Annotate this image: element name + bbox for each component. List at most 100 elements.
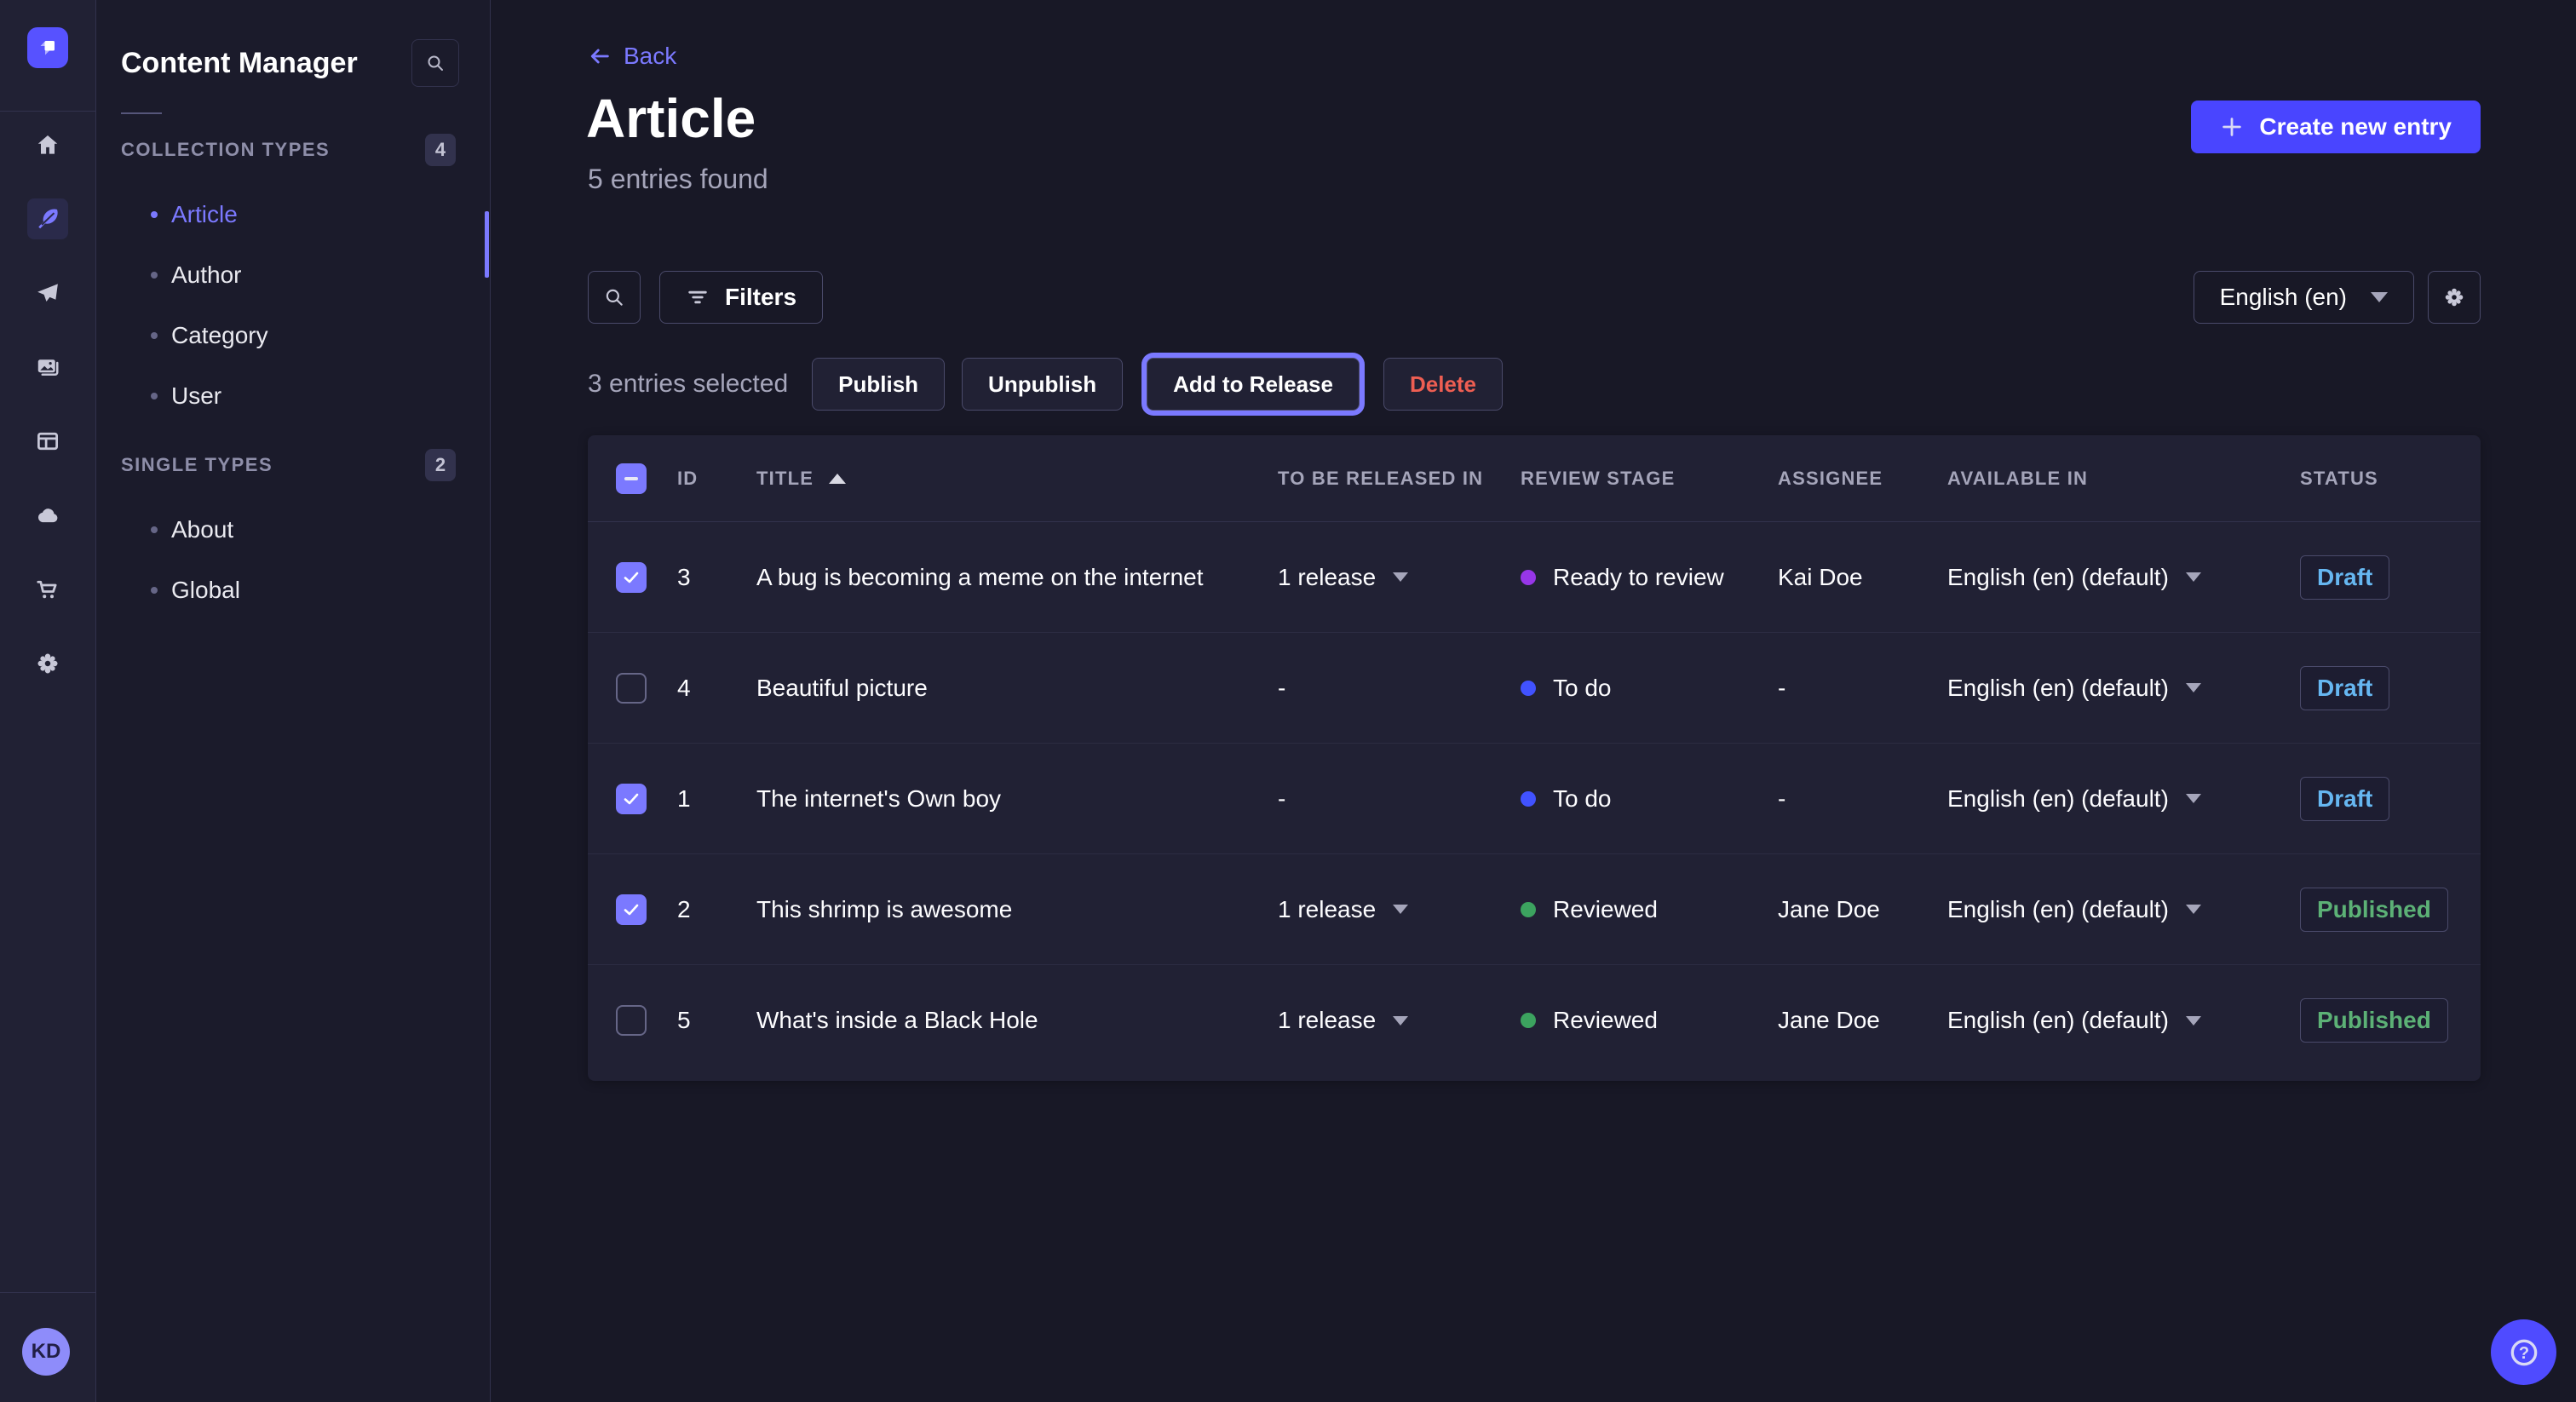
cell-assignee: Jane Doe [1778, 1007, 1947, 1034]
search-icon [603, 286, 625, 308]
bullet-icon [151, 211, 158, 218]
view-settings-button[interactable] [2428, 271, 2481, 324]
entries-count: 5 entries found [588, 164, 768, 195]
locale-caret-icon [2186, 683, 2201, 692]
column-header-id[interactable]: ID [677, 468, 756, 490]
review-stage-dot [1521, 1013, 1536, 1028]
deploy-cloud-icon[interactable] [27, 495, 68, 536]
cell-assignee: - [1778, 785, 1947, 813]
single-types-count-badge: 2 [425, 449, 456, 481]
bullet-icon [151, 272, 158, 279]
cell-assignee: - [1778, 675, 1947, 702]
sidebar-item-user[interactable]: User [96, 365, 490, 426]
row-checkbox[interactable] [616, 784, 647, 814]
strapi-logo[interactable] [27, 27, 68, 68]
review-stage-dot [1521, 570, 1536, 585]
table-row[interactable]: 3 A bug is becoming a meme on the intern… [588, 522, 2481, 633]
status-badge: Published [2300, 888, 2448, 932]
cell-to-be-released-in[interactable]: - [1278, 785, 1521, 813]
sidebar-item-article[interactable]: Article [96, 184, 490, 244]
column-header-title[interactable]: TITLE [756, 468, 1278, 490]
cell-review-stage: Reviewed [1521, 1007, 1778, 1034]
chevron-down-icon [2371, 292, 2388, 302]
row-checkbox[interactable] [616, 894, 647, 925]
cell-title: This shrimp is awesome [756, 896, 1278, 923]
collection-types-count-badge: 4 [425, 134, 456, 166]
sort-asc-icon [829, 474, 846, 484]
table-row[interactable]: 5 What's inside a Black Hole 1 release R… [588, 965, 2481, 1076]
help-button[interactable]: ? [2491, 1319, 2556, 1385]
status-badge: Draft [2300, 555, 2389, 600]
settings-gear-icon[interactable] [27, 643, 68, 684]
column-header-assignee[interactable]: ASSIGNEE [1778, 468, 1947, 490]
cell-available-in[interactable]: English (en) (default) [1947, 785, 2300, 813]
create-new-entry-button[interactable]: Create new entry [2191, 101, 2481, 153]
add-to-release-button[interactable]: Add to Release [1147, 358, 1360, 411]
publish-button[interactable]: Publish [812, 358, 945, 411]
home-icon[interactable] [27, 124, 68, 165]
section-label-collection-types: COLLECTION TYPES [121, 139, 330, 161]
cell-to-be-released-in[interactable]: 1 release [1278, 1007, 1521, 1034]
table-row[interactable]: 1 The internet's Own boy - To do - Engli… [588, 744, 2481, 854]
cell-review-stage: To do [1521, 785, 1778, 813]
review-stage-dot [1521, 791, 1536, 807]
column-header-available-in[interactable]: AVAILABLE IN [1947, 468, 2300, 490]
row-checkbox[interactable] [616, 1005, 647, 1036]
delete-button[interactable]: Delete [1383, 358, 1503, 411]
sidebar-item-category[interactable]: Category [96, 305, 490, 365]
entries-table: ID TITLE TO BE RELEASED IN REVIEW STAGE … [588, 435, 2481, 1081]
column-header-to-be-released-in[interactable]: TO BE RELEASED IN [1278, 468, 1521, 490]
filter-icon [686, 285, 710, 309]
cell-to-be-released-in[interactable]: - [1278, 675, 1521, 702]
marketplace-cart-icon[interactable] [27, 569, 68, 610]
back-link[interactable]: Back [588, 43, 676, 70]
cell-available-in[interactable]: English (en) (default) [1947, 564, 2300, 591]
row-checkbox[interactable] [616, 562, 647, 593]
page-title: Article [586, 89, 756, 148]
filters-button[interactable]: Filters [659, 271, 823, 324]
content-manager-feather-icon[interactable] [27, 198, 68, 239]
svg-text:?: ? [2518, 1344, 2528, 1363]
releases-paper-plane-icon[interactable] [27, 273, 68, 313]
collection-types-list: Article Author Category User [96, 167, 490, 426]
subnav-underline [121, 112, 162, 114]
select-all-checkbox[interactable] [616, 463, 647, 494]
question-mark-icon: ? [2507, 1336, 2541, 1370]
cell-review-stage: Ready to review [1521, 564, 1778, 591]
cell-available-in[interactable]: English (en) (default) [1947, 896, 2300, 923]
table-row[interactable]: 4 Beautiful picture - To do - English (e… [588, 633, 2481, 744]
cell-review-stage: Reviewed [1521, 896, 1778, 923]
cell-id: 5 [677, 1007, 756, 1034]
user-avatar[interactable]: KD [22, 1328, 70, 1376]
subnav-search-button[interactable] [411, 39, 459, 87]
sidebar-item-global[interactable]: Global [96, 560, 490, 620]
rail-bottom-divider [0, 1292, 95, 1293]
column-header-status[interactable]: STATUS [2300, 468, 2481, 490]
cell-status: Draft [2300, 777, 2481, 821]
content-type-builder-icon[interactable] [27, 421, 68, 462]
sidebar-item-author[interactable]: Author [96, 244, 490, 305]
cell-to-be-released-in[interactable]: 1 release [1278, 896, 1521, 923]
cell-title: A bug is becoming a meme on the internet [756, 564, 1278, 591]
unpublish-button[interactable]: Unpublish [962, 358, 1123, 411]
table-search-button[interactable] [588, 271, 641, 324]
table-header-row: ID TITLE TO BE RELEASED IN REVIEW STAGE … [588, 435, 2481, 522]
single-types-list: About Global [96, 482, 490, 620]
row-checkbox[interactable] [616, 673, 647, 704]
media-library-icon[interactable] [27, 347, 68, 388]
main-content: Back Article 5 entries found Create new … [492, 0, 2576, 1402]
section-label-single-types: SINGLE TYPES [121, 454, 273, 476]
locale-select[interactable]: English (en) [2194, 271, 2414, 324]
column-header-review-stage[interactable]: REVIEW STAGE [1521, 468, 1778, 490]
gear-icon [2442, 285, 2466, 309]
sidebar-item-about[interactable]: About [96, 499, 490, 560]
subnav-title: Content Manager [121, 47, 358, 80]
main-nav-rail: KD [0, 0, 96, 1402]
cell-available-in[interactable]: English (en) (default) [1947, 675, 2300, 702]
cell-status: Draft [2300, 555, 2481, 600]
review-stage-dot [1521, 681, 1536, 696]
cell-assignee: Kai Doe [1778, 564, 1947, 591]
cell-available-in[interactable]: English (en) (default) [1947, 1007, 2300, 1034]
cell-to-be-released-in[interactable]: 1 release [1278, 564, 1521, 591]
table-row[interactable]: 2 This shrimp is awesome 1 release Revie… [588, 854, 2481, 965]
